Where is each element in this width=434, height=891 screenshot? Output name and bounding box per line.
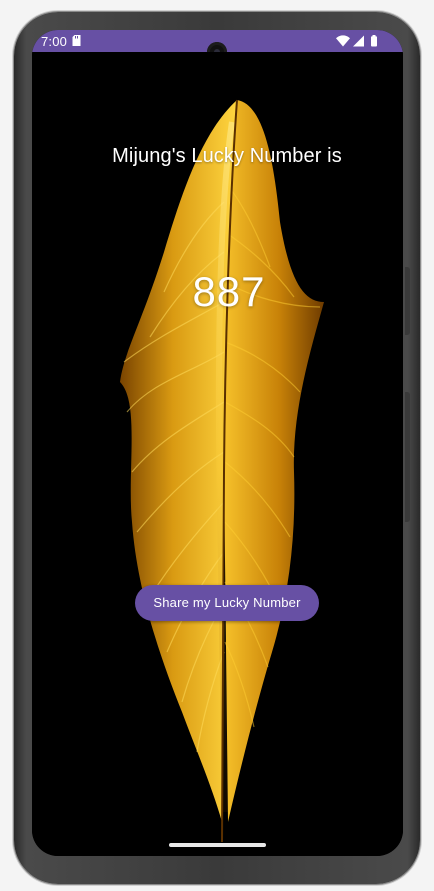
feather-background-image xyxy=(120,99,324,843)
share-lucky-number-button[interactable]: Share my Lucky Number xyxy=(135,585,319,621)
status-icons xyxy=(336,35,377,47)
sd-card-icon xyxy=(72,35,81,46)
lucky-number-value: 887 xyxy=(192,268,266,315)
volume-button[interactable] xyxy=(405,392,410,522)
device-canvas: 7:00 Mijung's Lucky Number is 887 Share … xyxy=(0,0,434,891)
status-time: 7:00 xyxy=(41,34,68,49)
power-button[interactable] xyxy=(405,267,410,335)
wifi-icon xyxy=(336,35,350,47)
cellular-signal-icon xyxy=(353,35,364,47)
app-content: Mijung's Lucky Number is 887 Share my Lu… xyxy=(32,52,403,856)
home-gesture-bar[interactable] xyxy=(169,843,266,847)
lucky-number-heading: Mijung's Lucky Number is xyxy=(112,145,342,167)
phone-screen: 7:00 Mijung's Lucky Number is 887 Share … xyxy=(32,30,403,856)
battery-icon xyxy=(371,35,377,47)
